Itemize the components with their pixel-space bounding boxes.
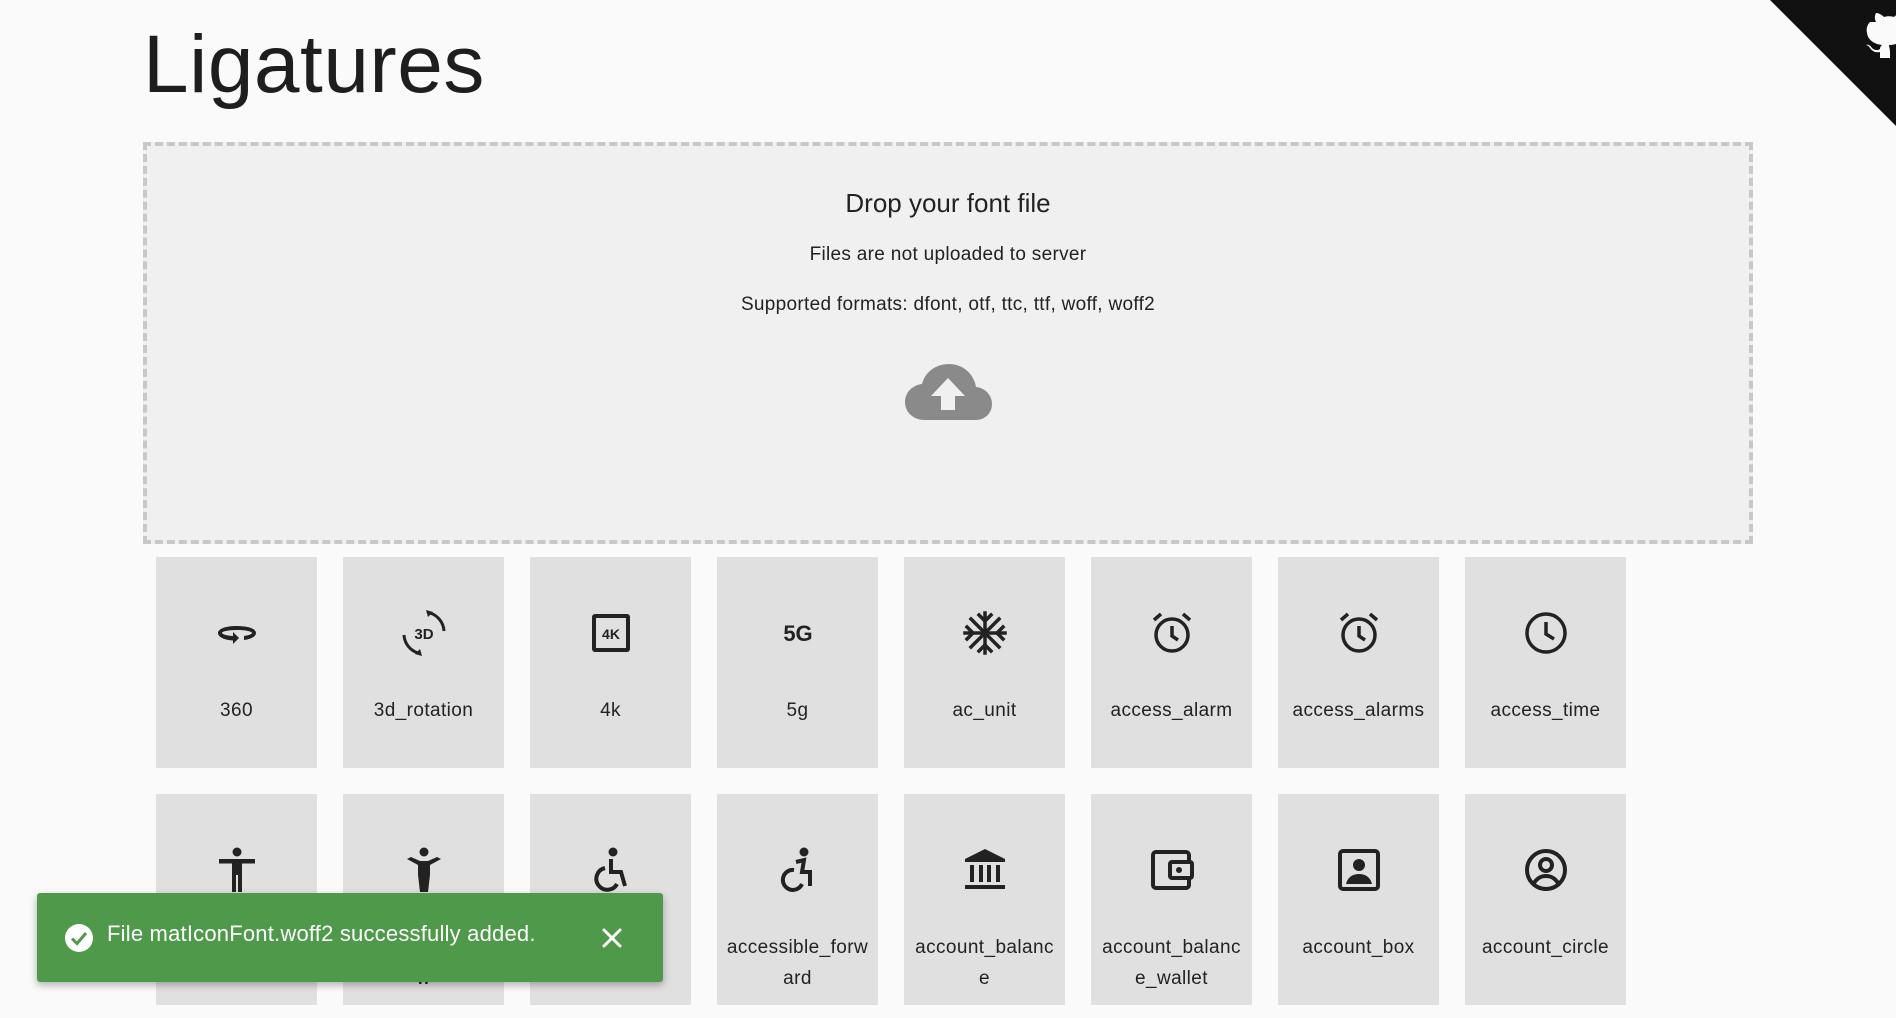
icon-name: 5g — [786, 700, 809, 721]
icon-tile[interactable]: account_circle — [1465, 794, 1626, 1005]
icon-tile[interactable]: access_alarm — [1091, 557, 1252, 768]
5g-icon: 5G — [774, 609, 822, 657]
wheelchair-icon — [587, 846, 635, 894]
icon-name: account_box — [1302, 937, 1415, 958]
svg-text:5G: 5G — [783, 621, 812, 646]
close-icon[interactable] — [597, 923, 627, 953]
account-box-icon — [1335, 846, 1383, 894]
clock-icon — [1522, 609, 1570, 657]
icon-name: account_balance — [915, 937, 1054, 989]
wheelchair-forward-icon — [774, 846, 822, 894]
icon-tile[interactable]: access_alarms — [1278, 557, 1439, 768]
account-circle-icon — [1522, 846, 1570, 894]
github-octocat-icon — [1770, 0, 1896, 126]
icon-tile[interactable]: account_box — [1278, 794, 1439, 1005]
snowflake-icon — [961, 609, 1009, 657]
accessibility-icon — [213, 846, 261, 894]
dropzone-title: Drop your font file — [845, 188, 1051, 218]
icon-tile[interactable]: access_time — [1465, 557, 1626, 768]
dropzone-note: Files are not uploaded to server — [809, 244, 1087, 265]
snackbar-message: File matIconFont.woff2 successfully adde… — [107, 921, 536, 946]
alarm-clock-icon — [1148, 609, 1196, 657]
icon-tile[interactable]: accessible_forward — [717, 794, 878, 1005]
360-icon — [213, 609, 261, 657]
cloud-upload-icon — [903, 358, 993, 428]
icon-name: access_alarm — [1110, 700, 1233, 721]
4k-icon: 4K — [587, 609, 635, 657]
github-corner-link[interactable] — [1770, 0, 1896, 126]
icon-name: access_time — [1490, 700, 1601, 721]
svg-text:3D: 3D — [414, 626, 433, 643]
icon-tile[interactable]: account_balance — [904, 794, 1065, 1005]
icon-name: account_circle — [1481, 937, 1610, 958]
3d-rotation-icon: 3D — [400, 609, 448, 657]
alarm-clock-icon — [1335, 609, 1383, 657]
icon-name: access_alarms — [1292, 700, 1425, 721]
icon-tile[interactable]: 360 — [156, 557, 317, 768]
icon-tile[interactable]: 4K 4k — [530, 557, 691, 768]
icon-tile[interactable]: 5G 5g — [717, 557, 878, 768]
icon-tile[interactable]: 3D 3d_rotation — [343, 557, 504, 768]
icon-tile[interactable]: account_balance_wallet — [1091, 794, 1252, 1005]
bank-icon — [961, 846, 1009, 894]
success-snackbar: File matIconFont.woff2 successfully adde… — [37, 893, 663, 982]
icon-name: ac_unit — [952, 700, 1017, 721]
icon-name: 360 — [220, 700, 253, 721]
icon-tile[interactable]: ac_unit — [904, 557, 1065, 768]
icon-name: 4k — [600, 700, 621, 721]
page-title: Ligatures — [143, 19, 485, 110]
icon-name: 3d_rotation — [373, 700, 474, 721]
icon-name: account_balance_wallet — [1102, 937, 1241, 989]
icon-name: accessible_forward — [726, 937, 869, 989]
svg-text:4K: 4K — [602, 626, 620, 642]
check-circle-icon — [64, 923, 94, 953]
dropzone-formats: Supported formats: dfont, otf, ttc, ttf,… — [740, 294, 1156, 315]
font-dropzone[interactable]: Drop your font file Files are not upload… — [143, 142, 1753, 544]
wallet-icon — [1148, 846, 1196, 894]
accessibility-new-icon — [400, 846, 448, 894]
